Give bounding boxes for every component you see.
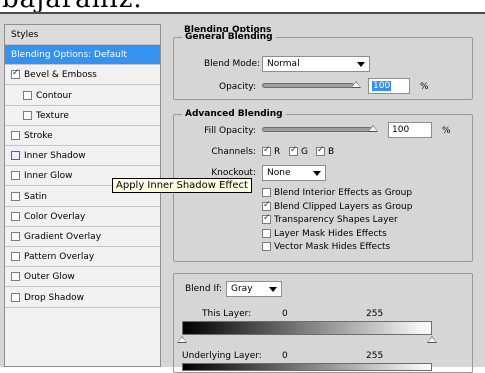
style-item-drop-shadow[interactable]: Drop Shadow [5, 288, 160, 308]
style-item-color-overlay[interactable]: Color Overlay [5, 207, 160, 227]
inner-shadow-tooltip: Apply Inner Shadow Effect [112, 178, 252, 193]
style-checkbox[interactable] [11, 232, 20, 241]
channel-g-checkbox[interactable] [289, 145, 298, 156]
underlying-layer-label: Underlying Layer: [182, 351, 262, 361]
fill-opacity-slider[interactable] [262, 127, 372, 132]
style-checkbox[interactable] [11, 292, 20, 302]
opacity-label: Opacity: [219, 82, 256, 92]
dialog-top-border [0, 12, 485, 14]
style-item-label: Texture [36, 110, 69, 121]
fill-opacity-percent: % [442, 126, 451, 136]
style-item-outer-glow[interactable]: Outer Glow [5, 267, 160, 288]
style-item-pattern-overlay[interactable]: Pattern Overlay [5, 247, 160, 268]
advanced-option-label: Vector Mask Hides Effects [274, 242, 391, 253]
style-checkbox[interactable] [23, 110, 32, 120]
channel-b-checkbox[interactable] [316, 145, 325, 156]
underlying-layer-gradient [182, 363, 432, 371]
chevron-down-icon [269, 287, 277, 292]
fill-opacity-label: Fill Opacity: [204, 126, 256, 136]
advanced-option-checkbox[interactable] [262, 213, 271, 225]
style-checkbox[interactable] [23, 90, 32, 100]
advanced-option-label: Blend Clipped Layers as Group [274, 201, 413, 212]
blend-mode-select[interactable]: Normal [262, 56, 370, 72]
style-item-label: Inner Shadow [24, 151, 86, 162]
blending-options-panel: Blending Options General Blending Blend … [167, 24, 479, 373]
style-checkbox[interactable] [11, 151, 20, 161]
style-checkbox[interactable] [11, 211, 20, 221]
style-checkbox[interactable] [11, 131, 20, 140]
blend-if-group: Blend If: Gray This Layer: 0 255 Underly… [173, 273, 473, 373]
this-layer-gradient [182, 321, 432, 335]
style-item-label: Color Overlay [24, 211, 86, 222]
advanced-option-label: Blend Interior Effects as Group [274, 188, 413, 198]
advanced-option-checkbox[interactable] [262, 188, 271, 197]
opacity-input[interactable]: 100 [368, 78, 410, 94]
background-text-strip: bajaranız. [0, 0, 485, 12]
style-item-stroke[interactable]: Stroke [5, 126, 160, 146]
style-item-label: Stroke [24, 131, 53, 141]
style-item-label: Contour [36, 90, 72, 101]
knockout-label: Knockout: [211, 168, 256, 178]
chevron-down-icon [313, 171, 321, 176]
advanced-option-label: Transparency Shapes Layer [274, 215, 398, 226]
styles-list: Styles Blending Options: Default Bevel & E… [4, 24, 161, 367]
style-checkbox[interactable] [11, 272, 20, 282]
advanced-option-checkbox[interactable] [262, 228, 271, 238]
style-item-label: Blending Options: Default [11, 50, 127, 61]
blend-if-value: Gray [231, 284, 253, 294]
underlying-layer-low: 0 [282, 351, 288, 361]
style-item-label: Drop Shadow [24, 292, 85, 303]
this-layer-low: 0 [282, 309, 288, 319]
fill-opacity-slider-handle[interactable] [368, 125, 378, 132]
style-checkbox[interactable] [11, 191, 20, 201]
advanced-option-label: Layer Mask Hides Effects [274, 228, 387, 239]
style-item-label: Inner Glow [24, 171, 73, 182]
channel-g-label: G [301, 147, 308, 157]
style-item-bevel-emboss[interactable]: Bevel & Emboss [5, 65, 160, 86]
opacity-slider-handle[interactable] [351, 81, 361, 88]
opacity-value: 100 [372, 81, 392, 91]
style-item-styles: Styles [5, 25, 160, 45]
style-item-label: Satin [24, 191, 47, 202]
underlying-layer-high: 255 [366, 351, 384, 361]
style-item-label: Gradient Overlay [24, 232, 102, 242]
advanced-option-checkbox[interactable] [262, 200, 271, 211]
channel-b-label: B [328, 147, 335, 157]
blend-mode-value: Normal [267, 59, 300, 69]
advanced-option-checkbox[interactable] [262, 242, 271, 252]
knockout-select[interactable]: None [262, 165, 326, 181]
style-item-label: Bevel & Emboss [24, 70, 97, 81]
advanced-blending-legend: Advanced Blending [182, 109, 286, 119]
chevron-down-icon [357, 62, 365, 67]
opacity-slider[interactable] [262, 83, 354, 88]
blend-if-label: Blend If: [184, 284, 222, 294]
this-layer-high: 255 [366, 309, 384, 319]
opacity-percent: % [420, 82, 429, 92]
this-layer-black-handle[interactable] [177, 336, 187, 343]
general-blending-legend: General Blending [182, 32, 276, 42]
style-checkbox[interactable] [11, 171, 20, 181]
channel-r-label: R [274, 147, 281, 157]
style-item-label: Styles [11, 30, 39, 40]
fill-opacity-input[interactable]: 100 [388, 122, 432, 138]
style-item-texture[interactable]: Texture [5, 106, 160, 126]
style-checkbox[interactable] [11, 252, 20, 262]
this-layer-label: This Layer: [202, 309, 252, 319]
style-item-label: Outer Glow [24, 272, 75, 283]
style-item-inner-shadow[interactable]: Inner Shadow [5, 146, 160, 167]
style-item-blending-options-default[interactable]: Blending Options: Default [5, 45, 160, 66]
blend-if-select[interactable]: Gray [226, 281, 282, 297]
blend-mode-label: Blend Mode: [204, 59, 261, 69]
style-item-contour[interactable]: Contour [5, 86, 160, 106]
channel-r-checkbox[interactable] [262, 145, 271, 156]
style-item-label: Pattern Overlay [24, 252, 95, 263]
knockout-value: None [267, 168, 291, 178]
style-checkbox[interactable] [11, 68, 20, 80]
fill-opacity-value: 100 [392, 125, 410, 135]
general-blending-group: General Blending Blend Mode: Normal Opac… [173, 32, 473, 100]
background-text: bajaranız. [2, 0, 143, 12]
this-layer-white-handle[interactable] [427, 336, 437, 343]
channels-label: Channels: [211, 147, 256, 157]
style-item-gradient-overlay[interactable]: Gradient Overlay [5, 227, 160, 247]
